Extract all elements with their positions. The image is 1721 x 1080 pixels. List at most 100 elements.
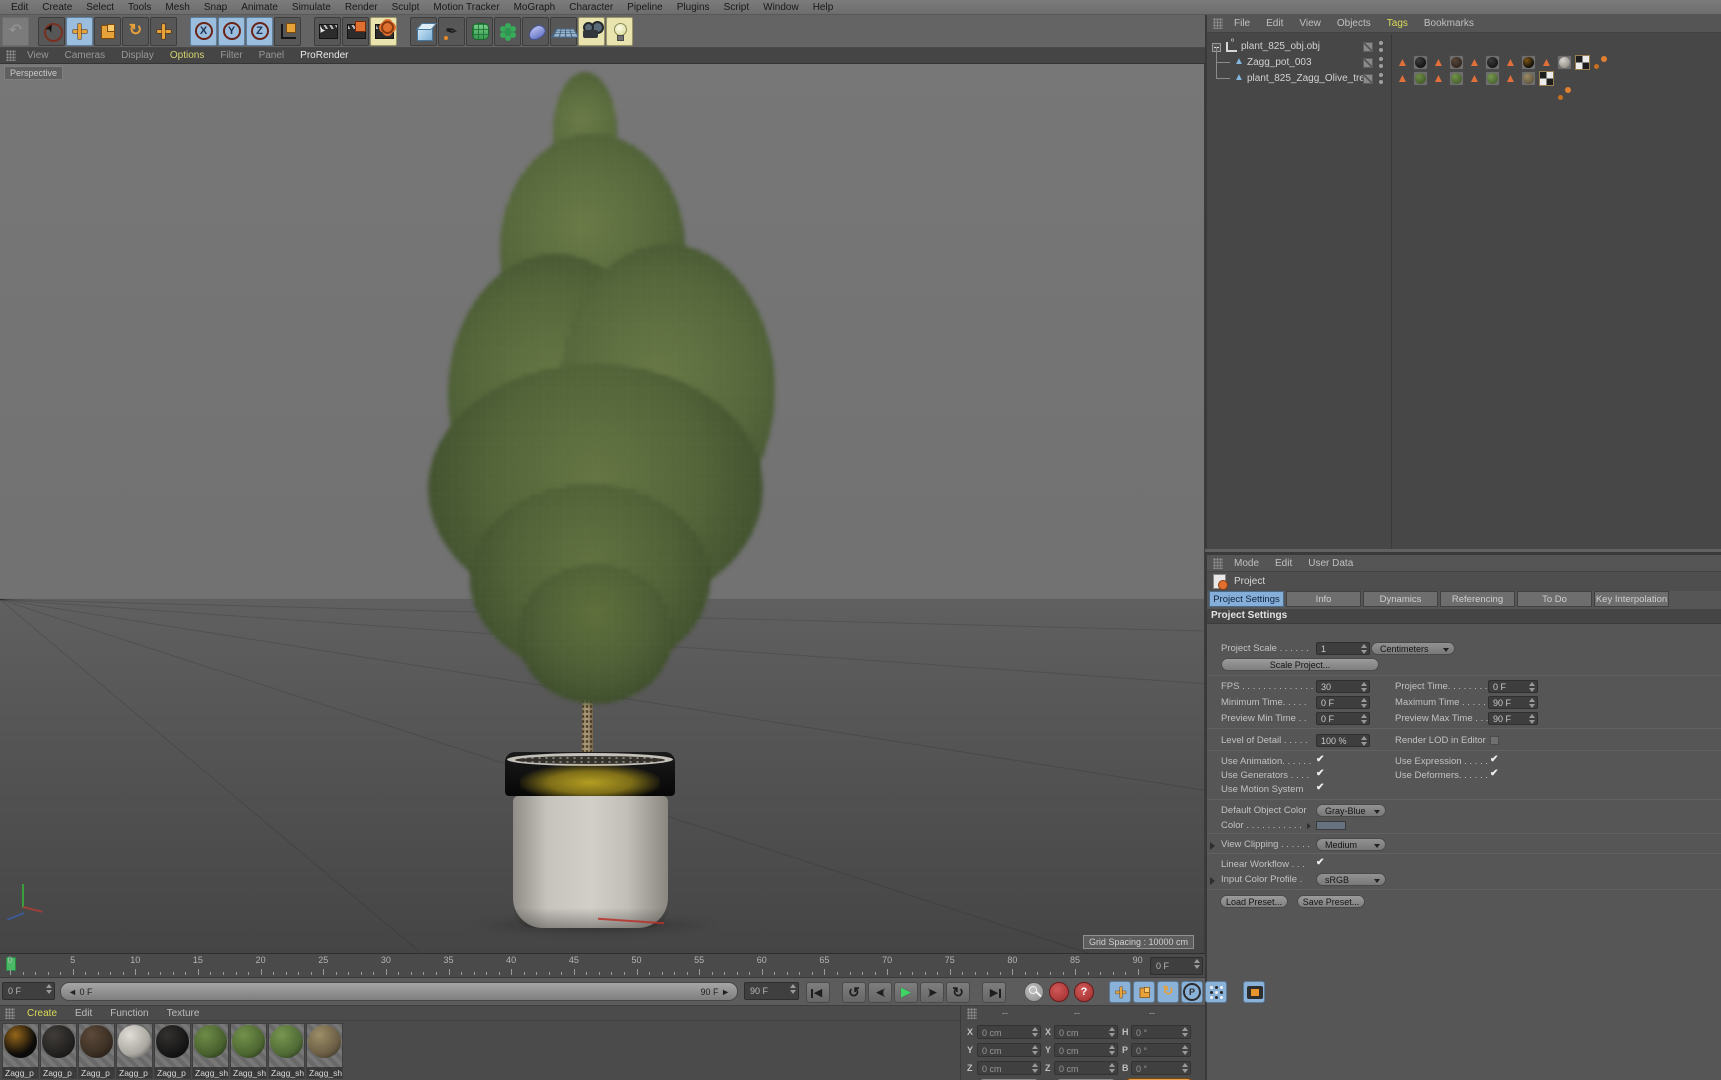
- material-item[interactable]: Zagg_sh: [306, 1023, 343, 1079]
- goto-start-button[interactable]: [806, 981, 830, 1003]
- coordinate-field[interactable]: 0 °: [1131, 1061, 1191, 1075]
- om-menu-edit[interactable]: Edit: [1258, 18, 1291, 29]
- live-selection-tool[interactable]: [38, 16, 65, 46]
- menu-help[interactable]: Help: [806, 2, 841, 13]
- keyframe-rotation-button[interactable]: [1157, 981, 1179, 1003]
- expand-arrow-icon[interactable]: [1307, 823, 1311, 829]
- coordinate-field[interactable]: 0 cm: [1054, 1043, 1118, 1057]
- spinner[interactable]: [1528, 682, 1536, 692]
- uvw-tag-icon[interactable]: [1575, 55, 1590, 70]
- use-motion-system-checkbox[interactable]: ✔: [1316, 782, 1324, 793]
- use-expression-checkbox[interactable]: ✔: [1490, 754, 1498, 765]
- phong-tag-icon[interactable]: [1395, 71, 1410, 86]
- use-generators-checkbox[interactable]: ✔: [1316, 768, 1324, 779]
- spinner[interactable]: [1528, 714, 1536, 724]
- material-menu-edit[interactable]: Edit: [66, 1008, 101, 1019]
- menu-script[interactable]: Script: [717, 2, 757, 13]
- spinner[interactable]: [1108, 1045, 1116, 1055]
- lock-z-axis-button[interactable]: Z: [246, 16, 273, 46]
- use-deformers-checkbox[interactable]: ✔: [1490, 768, 1498, 779]
- om-menu-objects[interactable]: Objects: [1329, 18, 1379, 29]
- spinner[interactable]: [1031, 1063, 1039, 1073]
- autokey-button[interactable]: [1049, 982, 1069, 1002]
- keyframe-position-button[interactable]: [1109, 981, 1131, 1003]
- spinner[interactable]: [1193, 959, 1201, 969]
- tab-key-interpolation[interactable]: Key Interpolation: [1594, 591, 1669, 607]
- coordinate-field[interactable]: 0 cm: [977, 1043, 1041, 1057]
- help-button[interactable]: [1074, 982, 1094, 1002]
- spinner[interactable]: [1181, 1027, 1189, 1037]
- record-keyframe-button[interactable]: [1024, 982, 1044, 1002]
- menu-create[interactable]: Create: [35, 2, 79, 13]
- material-tag-icon[interactable]: [1485, 71, 1500, 86]
- next-frame-button[interactable]: [920, 981, 944, 1003]
- goto-end-button[interactable]: [982, 981, 1006, 1003]
- visibility-dots-icon[interactable]: [1379, 41, 1384, 53]
- add-camera-button[interactable]: [578, 16, 605, 46]
- spinner[interactable]: [1360, 714, 1368, 724]
- timeline-range-slider[interactable]: ◄ 0 F 90 F ►: [60, 982, 738, 1001]
- material-tag-icon[interactable]: [1449, 71, 1464, 86]
- menu-mesh[interactable]: Mesh: [158, 2, 196, 13]
- om-menu-bookmarks[interactable]: Bookmarks: [1416, 18, 1482, 29]
- phong-tag-icon[interactable]: [1539, 55, 1554, 70]
- menu-select[interactable]: Select: [79, 2, 121, 13]
- uvw-tag-icon[interactable]: [1539, 71, 1554, 86]
- add-subdivision-surface-button[interactable]: [466, 16, 493, 46]
- add-light-button[interactable]: [606, 16, 633, 46]
- panel-drag-handle[interactable]: [1213, 557, 1223, 569]
- panel-drag-handle[interactable]: [967, 1008, 977, 1019]
- current-frame-field[interactable]: 0 F: [2, 982, 55, 1000]
- material-item[interactable]: Zagg_p: [2, 1023, 39, 1079]
- tab-dynamics[interactable]: Dynamics: [1363, 591, 1438, 607]
- tab-to-do[interactable]: To Do: [1517, 591, 1592, 607]
- add-deformer-button[interactable]: [522, 16, 549, 46]
- menu-sculpt[interactable]: Sculpt: [385, 2, 427, 13]
- viewport-menu-view[interactable]: View: [19, 50, 57, 61]
- menu-window[interactable]: Window: [756, 2, 806, 13]
- material-item[interactable]: Zagg_sh: [230, 1023, 267, 1079]
- spinner[interactable]: [789, 984, 797, 994]
- coordinate-field[interactable]: 0 cm: [1054, 1025, 1118, 1039]
- visibility-dots-icon[interactable]: [1379, 57, 1384, 69]
- material-menu-texture[interactable]: Texture: [158, 1008, 209, 1019]
- coordinate-system-button[interactable]: [274, 16, 301, 46]
- project-scale-field[interactable]: 1: [1316, 642, 1370, 655]
- add-mograph-button[interactable]: [494, 16, 521, 46]
- om-menu-file[interactable]: File: [1226, 18, 1258, 29]
- keyframe-selection-button[interactable]: [1205, 981, 1227, 1003]
- panel-drag-handle[interactable]: [5, 1007, 15, 1019]
- play-button[interactable]: [894, 981, 918, 1003]
- coordinate-field[interactable]: 0 cm: [1054, 1061, 1118, 1075]
- visibility-dots-icon[interactable]: [1379, 73, 1384, 85]
- project-time-field[interactable]: 0 F: [1488, 680, 1538, 693]
- expander-icon[interactable]: [1210, 877, 1215, 885]
- spinner[interactable]: [1108, 1027, 1116, 1037]
- attribute-menu-user-data[interactable]: User Data: [1300, 558, 1361, 569]
- material-tag-icon[interactable]: [1521, 55, 1536, 70]
- menu-mograph[interactable]: MoGraph: [507, 2, 563, 13]
- attribute-menu-edit[interactable]: Edit: [1267, 558, 1300, 569]
- compositing-tag-icon[interactable]: [1557, 86, 1572, 101]
- coordinate-column-header[interactable]: --: [1002, 1008, 1008, 1018]
- linear-workflow-checkbox[interactable]: ✔: [1316, 857, 1324, 868]
- timeline-window-button[interactable]: [1243, 981, 1265, 1003]
- spinner[interactable]: [1360, 682, 1368, 692]
- lock-y-axis-button[interactable]: Y: [218, 16, 245, 46]
- load-preset-button[interactable]: Load Preset...: [1220, 895, 1288, 908]
- spinner[interactable]: [1528, 698, 1536, 708]
- tab-info[interactable]: Info: [1286, 591, 1361, 607]
- material-item[interactable]: Zagg_p: [154, 1023, 191, 1079]
- scale-project-button[interactable]: Scale Project...: [1221, 658, 1379, 671]
- om-menu-view[interactable]: View: [1291, 18, 1329, 29]
- project-scale-unit-dropdown[interactable]: Centimeters: [1371, 642, 1455, 655]
- material-tag-icon[interactable]: [1449, 55, 1464, 70]
- add-environment-button[interactable]: [550, 16, 577, 46]
- viewport-3d[interactable]: Perspective Grid Spacing : 10000 cm: [0, 64, 1205, 953]
- viewport-menu-filter[interactable]: Filter: [212, 50, 250, 61]
- phong-tag-icon[interactable]: [1431, 71, 1446, 86]
- next-key-button[interactable]: [946, 981, 970, 1003]
- menu-animate[interactable]: Animate: [234, 2, 285, 13]
- add-cube-button[interactable]: [410, 16, 437, 46]
- preview-min-time-field[interactable]: 0 F: [1316, 712, 1370, 725]
